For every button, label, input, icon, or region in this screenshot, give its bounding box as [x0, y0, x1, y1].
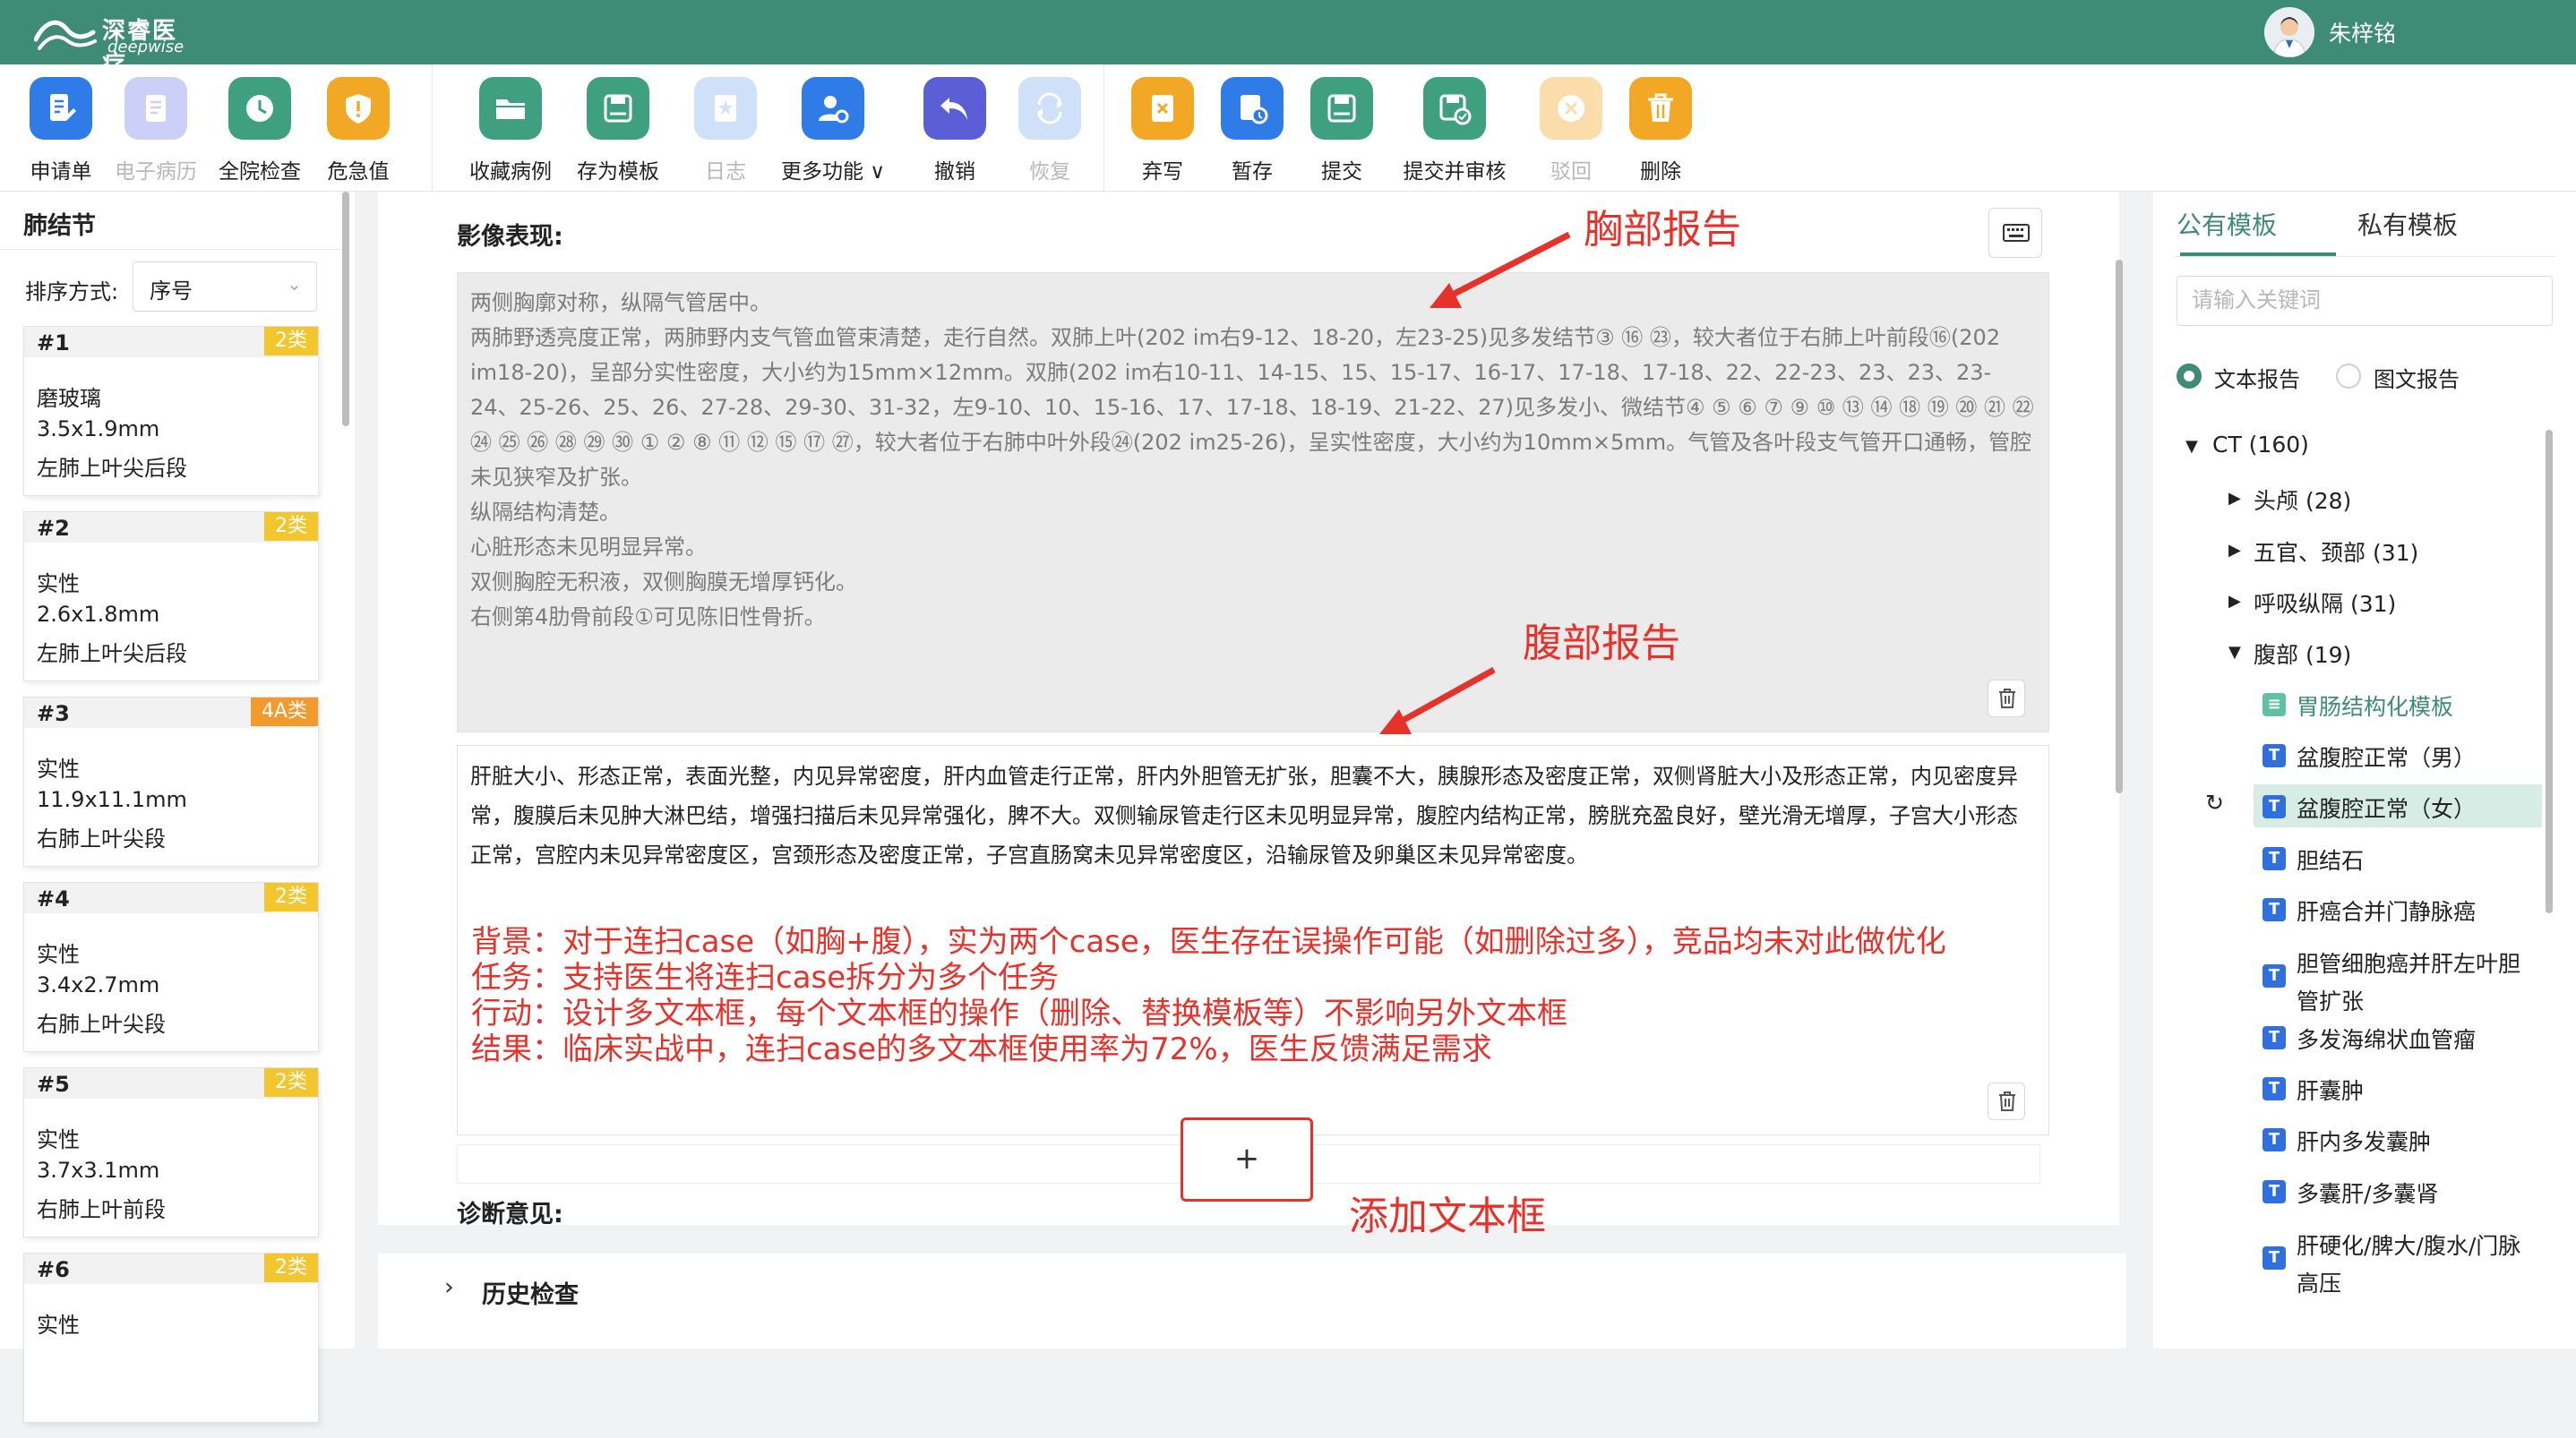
tree-template-item-cont[interactable]: 管扩张: [2297, 984, 2364, 1016]
radio-image-report-label: 图文报告: [2374, 367, 2460, 392]
caret-down-icon[interactable]: ▼: [2228, 643, 2241, 662]
template-search-input[interactable]: [2177, 276, 2553, 326]
template-panel: 公有模板 私有模板 文本报告 图文报告 ▼ CT (160) ▶ 头颅 (28) ▶ 五官…: [2153, 192, 2576, 1348]
text-template-icon: T: [2263, 847, 2286, 870]
tree-node-category[interactable]: 头颅 (28): [2254, 484, 2351, 516]
tree-template-item[interactable]: 肝内多发囊肿: [2297, 1125, 2431, 1157]
tree-template-item[interactable]: 肝癌合并门静脉癌: [2297, 894, 2476, 927]
tab-private-templates[interactable]: 私有模板: [2357, 206, 2458, 242]
tree-node-category[interactable]: 呼吸纵隔 (31): [2254, 586, 2396, 619]
arrow-abdomen: [1395, 666, 1496, 727]
callout-abdomen-report: 腹部报告: [1523, 621, 1680, 666]
tree-template-item[interactable]: 多囊肝/多囊肾: [2297, 1177, 2438, 1209]
caret-right-icon[interactable]: ▶: [2228, 541, 2241, 560]
text-template-icon: T: [2263, 1246, 2286, 1270]
caret-down-icon[interactable]: ▼: [2185, 437, 2198, 456]
tree-template-item[interactable]: 肝囊肿: [2297, 1074, 2364, 1106]
text-template-icon: T: [2263, 1077, 2286, 1100]
tree-template-item[interactable]: 肝硬化/脾大/腹水/门脉: [2297, 1228, 2520, 1261]
tree-template-item-cont[interactable]: 高压: [2297, 1266, 2341, 1298]
tree-template-item[interactable]: 盆腹腔正常（男）: [2297, 740, 2476, 773]
text-template-icon: T: [2263, 964, 2286, 988]
refresh-icon[interactable]: ↻: [2205, 790, 2224, 816]
radio-text-report[interactable]: 文本报告: [2177, 362, 2300, 393]
text-template-icon: T: [2263, 1128, 2286, 1151]
radio-dot-icon: [2177, 364, 2202, 389]
caret-right-icon[interactable]: ▶: [2228, 489, 2241, 508]
tree-template-item[interactable]: 胃肠结构化模板: [2297, 689, 2453, 722]
tab-public-templates[interactable]: 公有模板: [2177, 206, 2277, 242]
text-template-icon: T: [2263, 1026, 2286, 1049]
callout-chest-report: 胸部报告: [1584, 207, 1741, 253]
tree-node-category[interactable]: 腹部 (19): [2254, 638, 2351, 670]
tree-template-item[interactable]: 多发海绵状血管瘤: [2297, 1023, 2476, 1055]
text-template-icon: T: [2263, 898, 2286, 921]
radio-dot-icon: [2336, 364, 2361, 389]
text-template-icon: T: [2263, 1180, 2286, 1203]
text-template-icon: T: [2263, 744, 2286, 767]
callout-add-textbox: 添加文本框: [1349, 1194, 1546, 1239]
tree-node-ct[interactable]: CT (160): [2212, 432, 2309, 458]
caret-right-icon[interactable]: ▶: [2228, 592, 2241, 611]
radio-text-report-label: 文本报告: [2214, 367, 2300, 392]
tree-node-category[interactable]: 五官、颈部 (31): [2254, 535, 2418, 568]
arrow-chest: [1442, 231, 1571, 303]
tree-template-item[interactable]: 胆管细胞癌并肝左叶胆: [2297, 946, 2520, 979]
text-template-icon: T: [2263, 795, 2286, 818]
tab-divider: [2175, 256, 2555, 257]
template-tree-scrollbar[interactable]: [2546, 430, 2553, 913]
radio-image-report[interactable]: 图文报告: [2336, 362, 2460, 393]
active-tab-indicator: [2180, 253, 2336, 256]
tree-template-item[interactable]: 胆结石: [2297, 843, 2364, 876]
tree-template-item[interactable]: 盆腹腔正常（女）: [2297, 792, 2476, 824]
structured-template-icon: ≡: [2263, 693, 2286, 716]
